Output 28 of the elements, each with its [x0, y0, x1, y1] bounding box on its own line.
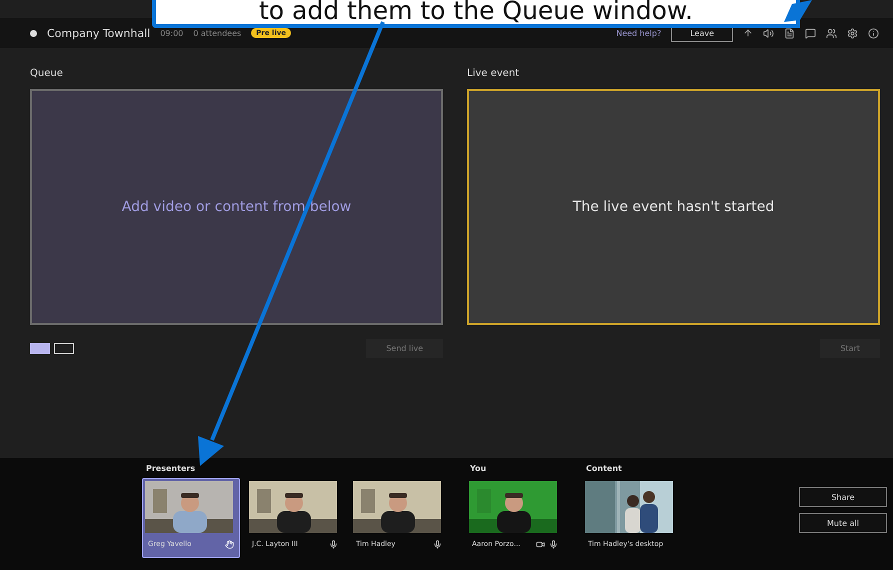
section-heading: You [470, 464, 488, 473]
speaker-icon[interactable] [763, 28, 774, 38]
microphone-icon [433, 540, 442, 548]
help-link[interactable]: Need help? [616, 28, 662, 38]
notes-icon[interactable] [784, 28, 795, 38]
section-heading: Presenters [146, 464, 196, 473]
microphone-icon [549, 540, 558, 548]
panel-title: Live event [467, 68, 520, 79]
chat-icon[interactable] [805, 28, 816, 38]
event-title: Company Townhall [47, 26, 150, 40]
side-button[interactable]: Mute all [799, 513, 887, 533]
timer: 09:00 [160, 28, 184, 38]
stage-message: The live event hasn't started [572, 199, 774, 215]
settings-icon[interactable] [847, 28, 858, 38]
stage-message: Add video or content from below [122, 199, 352, 215]
arrow-up-icon[interactable] [743, 28, 753, 38]
raised-hand-icon [225, 540, 234, 548]
section-heading: Content [586, 464, 623, 473]
panel-title: Queue [30, 68, 64, 79]
camera-icon [536, 540, 545, 548]
side-button[interactable]: Share [799, 487, 887, 507]
info-icon[interactable] [868, 28, 879, 38]
people-icon[interactable] [826, 28, 837, 38]
layout-option[interactable] [54, 343, 74, 354]
callout-text: to add them to the Queue window. [259, 0, 693, 24]
attendee-count: 0 attendees [193, 28, 242, 38]
microphone-icon [329, 540, 338, 548]
status-dot [30, 30, 37, 36]
